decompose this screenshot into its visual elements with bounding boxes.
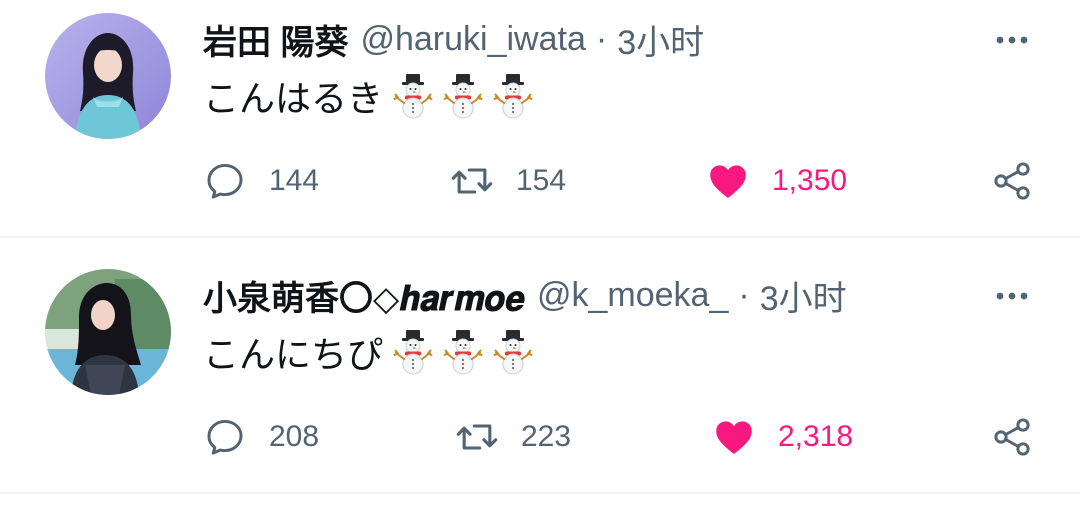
action-bar: 208 223 2,318 [0, 414, 1080, 460]
reply-count: 208 [269, 420, 320, 453]
user-handle[interactable]: @k_moeka_ [537, 276, 728, 315]
reply-count: 144 [269, 164, 320, 197]
retweet-icon [455, 415, 499, 459]
timestamp[interactable]: 3小时 [617, 15, 704, 64]
snowman-icon [443, 73, 483, 119]
display-name[interactable]: 岩田 陽葵 [203, 15, 348, 64]
retweet-button[interactable]: 154 [450, 158, 566, 204]
separator-dot: · [738, 275, 750, 314]
avatar[interactable] [45, 269, 171, 395]
user-handle[interactable]: @haruki_iwata [360, 20, 585, 59]
share-button[interactable] [990, 414, 1034, 460]
tweet-text-content: こんにちぴ [203, 334, 384, 375]
snowman-icon [493, 73, 533, 119]
reply-icon [203, 415, 247, 459]
share-icon [990, 415, 1034, 459]
avatar[interactable] [45, 13, 171, 139]
tweet-text: こんはるき [203, 70, 533, 122]
snowman-icon [393, 73, 433, 119]
tweet-divider [0, 236, 1080, 238]
tweet-text-content: こんはるき [203, 78, 384, 119]
like-count: 2,318 [778, 420, 854, 453]
reply-button[interactable]: 208 [203, 414, 319, 460]
share-icon [990, 159, 1034, 203]
heart-icon [706, 159, 750, 203]
like-button[interactable]: 1,350 [706, 158, 847, 204]
tweet-card[interactable]: 小泉萌香〇◇𝒉𝒂𝒓𝒎𝒐𝒆 @k_moeka_ · 3小时 こんにちぴ 208 2… [0, 256, 1080, 493]
share-button[interactable] [990, 158, 1034, 204]
action-bar: 144 154 1,350 [0, 158, 1080, 204]
more-options-icon[interactable] [992, 281, 1032, 311]
reply-button[interactable]: 144 [203, 158, 319, 204]
snowman-icon [493, 329, 533, 375]
tweet-card[interactable]: 岩田 陽葵 @haruki_iwata · 3小时 こんはるき 144 154 … [0, 0, 1080, 237]
timestamp[interactable]: 3小时 [760, 271, 847, 320]
retweet-count: 223 [521, 420, 572, 453]
display-name[interactable]: 小泉萌香〇◇𝒉𝒂𝒓𝒎𝒐𝒆 [203, 271, 525, 320]
snowman-icon [443, 329, 483, 375]
tweet-header: 岩田 陽葵 @haruki_iwata · 3小时 [203, 14, 704, 64]
like-button[interactable]: 2,318 [712, 414, 853, 460]
tweet-header: 小泉萌香〇◇𝒉𝒂𝒓𝒎𝒐𝒆 @k_moeka_ · 3小时 [203, 270, 847, 320]
like-count: 1,350 [772, 164, 848, 197]
reply-icon [203, 159, 247, 203]
retweet-icon [450, 159, 494, 203]
tweet-text: こんにちぴ [203, 326, 533, 378]
snowman-icon [393, 329, 433, 375]
retweet-button[interactable]: 223 [455, 414, 571, 460]
tweet-divider [0, 492, 1080, 494]
separator-dot: · [595, 19, 608, 58]
heart-icon [712, 415, 756, 459]
retweet-count: 154 [516, 164, 567, 197]
more-options-icon[interactable] [992, 25, 1032, 55]
